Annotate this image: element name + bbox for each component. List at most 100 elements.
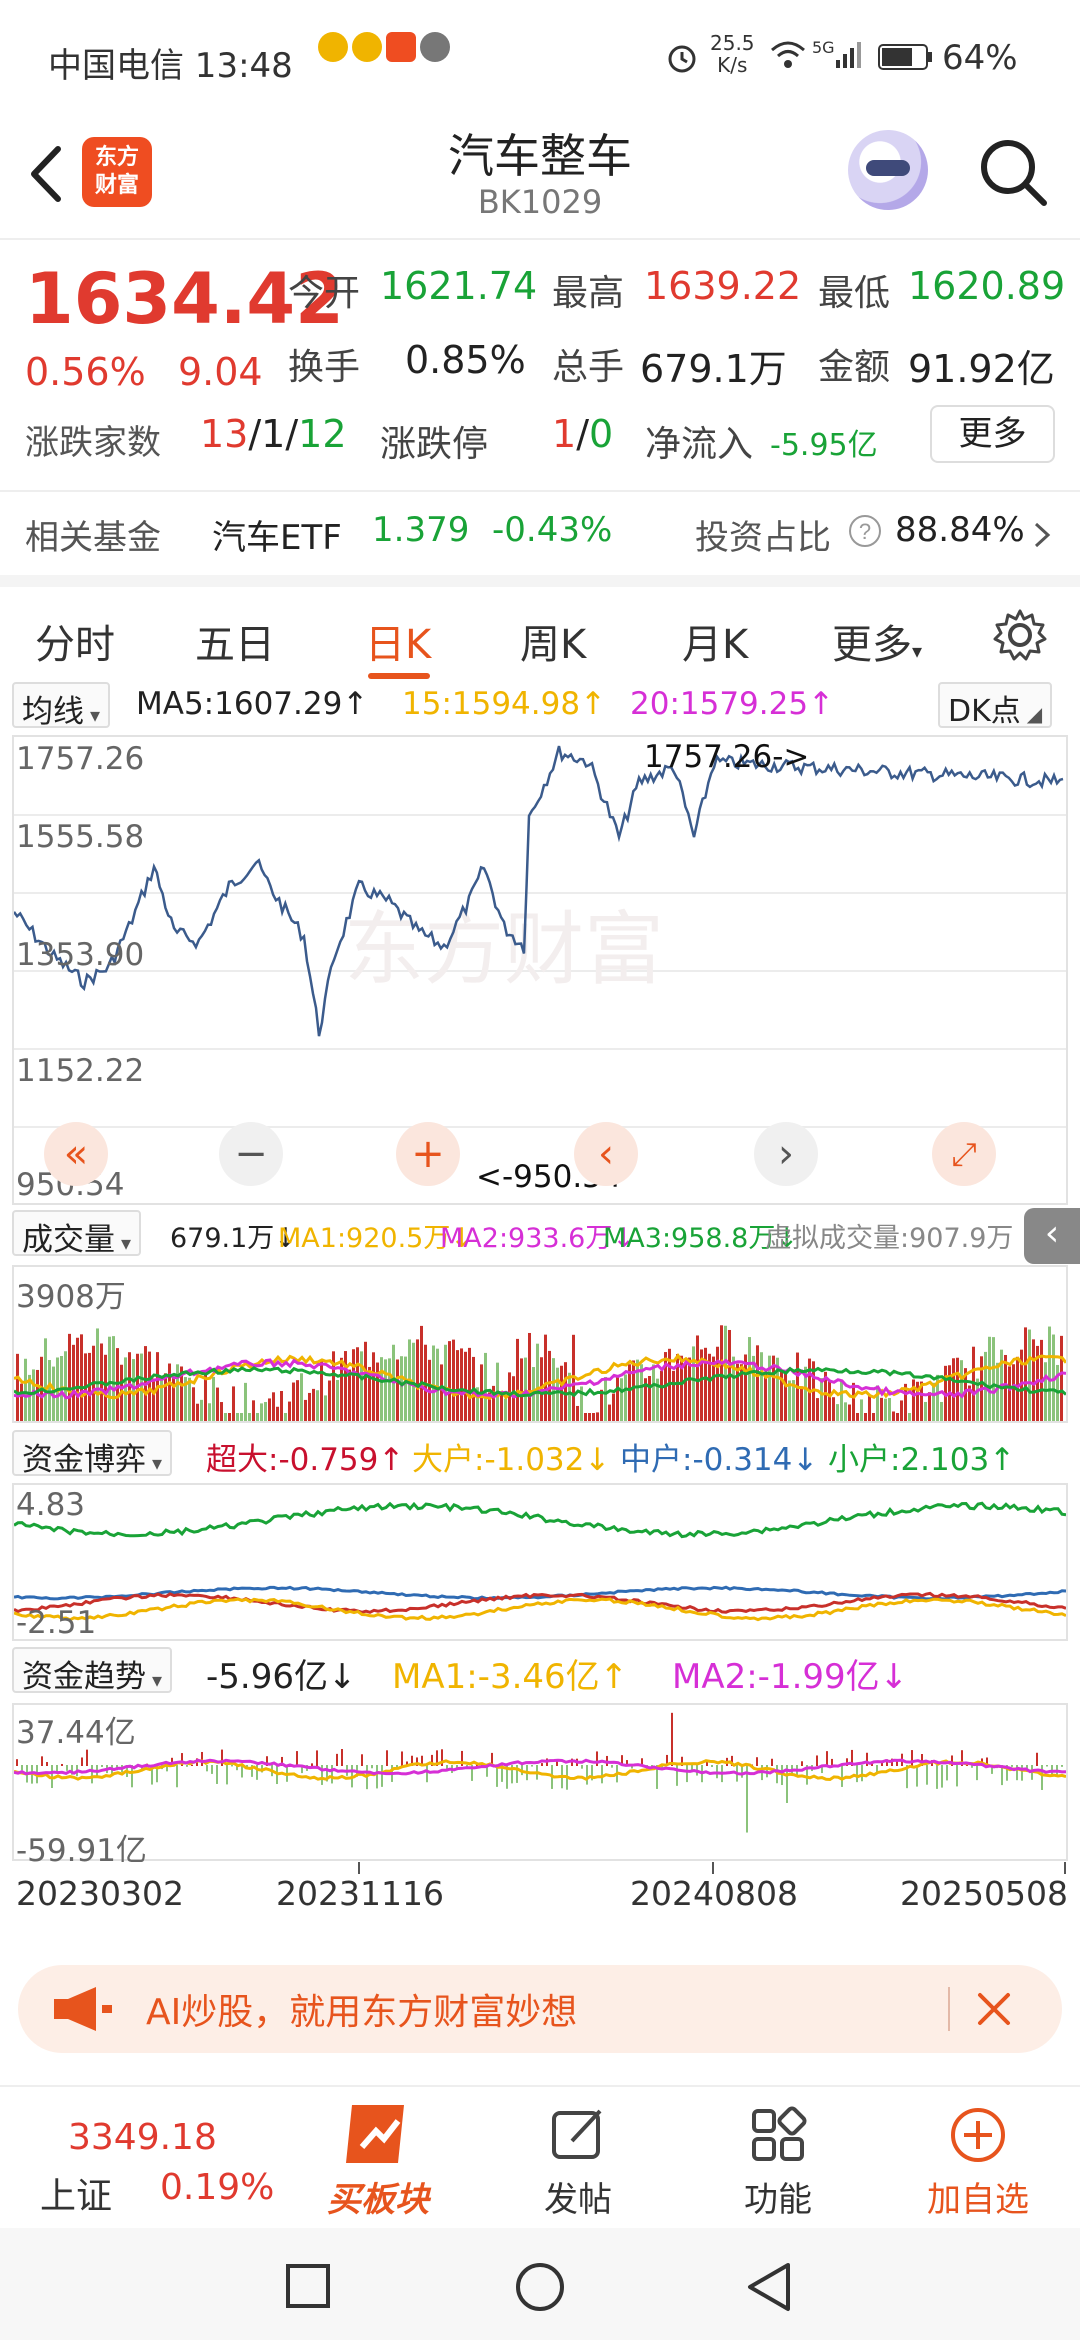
volume-bar	[800, 1386, 803, 1421]
volume-bar	[400, 1356, 403, 1421]
volume-bar	[264, 1401, 267, 1421]
fund-name[interactable]: 汽车ETF	[212, 510, 342, 559]
volume-bar	[316, 1390, 319, 1421]
trend-bar	[86, 1749, 88, 1766]
trend-bar	[841, 1765, 843, 1787]
trend-bar	[101, 1765, 103, 1767]
tab-intraday[interactable]: 分时	[35, 612, 115, 670]
trend-bar	[916, 1765, 918, 1787]
volume-bar	[660, 1370, 663, 1421]
ma-type-select[interactable]: 均线 ▾	[12, 682, 111, 730]
breadth-label: 涨跌家数	[25, 423, 161, 463]
search-icon[interactable]	[974, 133, 1054, 213]
volume-bar	[20, 1383, 23, 1421]
y-label-3: 1353.90	[16, 937, 145, 973]
volume-bar	[160, 1377, 163, 1421]
collapse-panel-button[interactable]: ‹	[1024, 1208, 1080, 1264]
volume-bar	[576, 1405, 579, 1421]
tab-more[interactable]: 更多▾	[832, 612, 922, 670]
ai-banner[interactable]: AI炒股，就用东方财富妙想	[18, 1965, 1062, 2053]
scroll-left-button[interactable]: ‹	[574, 1122, 638, 1186]
scroll-right-button[interactable]: ›	[754, 1122, 818, 1186]
battery-icon	[878, 44, 932, 70]
plus-circle-icon	[951, 2108, 1005, 2162]
scroll-start-button[interactable]: «	[44, 1122, 108, 1186]
volume-bar	[252, 1400, 255, 1421]
ai-assistant-icon[interactable]	[848, 130, 928, 210]
trend-bar	[801, 1761, 803, 1766]
zoom-out-button[interactable]: −	[219, 1122, 283, 1186]
tab-monthly-k[interactable]: 月K	[682, 612, 748, 670]
volume-bar	[240, 1413, 243, 1421]
tab-weekly-k[interactable]: 周K	[520, 612, 586, 670]
flow-type-select[interactable]: 资金博弈 ▾	[12, 1430, 173, 1478]
volume-bar	[696, 1335, 699, 1421]
board-button[interactable]: 买板块	[278, 2087, 478, 2227]
volume-bar	[836, 1404, 839, 1421]
recent-apps-icon[interactable]	[285, 2263, 331, 2309]
trend-bar	[426, 1765, 428, 1783]
kline-chart[interactable]: 东方财富 1757.26 1555.58 1353.90 1152.22 950…	[12, 735, 1068, 1205]
volume-bar	[928, 1392, 931, 1421]
close-icon[interactable]	[968, 1983, 1020, 2035]
post-button[interactable]: 发帖	[478, 2087, 678, 2227]
add-watchlist-button[interactable]: 加自选	[878, 2087, 1078, 2227]
volume-bar	[568, 1372, 571, 1421]
volume-bar	[416, 1339, 419, 1421]
tab-five-day[interactable]: 五日	[195, 612, 275, 670]
volume-bar	[196, 1403, 199, 1421]
volume-bar	[444, 1344, 447, 1421]
back-nav-icon[interactable]	[744, 2261, 794, 2313]
trend-bar	[541, 1763, 543, 1766]
volume-bar	[236, 1413, 239, 1421]
help-icon[interactable]: ?	[848, 514, 882, 548]
flow-small: 小户:2.103↑	[828, 1442, 1016, 1478]
index-ticker[interactable]: 3349.18 上证 0.19%	[20, 2087, 280, 2227]
volume-bar	[68, 1333, 71, 1421]
flow-chart: 4.83 -2.51	[12, 1483, 1068, 1641]
trend-bar	[176, 1765, 178, 1788]
volume-bar	[768, 1355, 771, 1421]
signal-icon	[836, 42, 861, 68]
volume-bar	[516, 1338, 519, 1421]
volume-bar	[132, 1359, 135, 1421]
volume-bar	[192, 1387, 195, 1421]
volume-bar	[1060, 1335, 1063, 1421]
megaphone-icon	[54, 1987, 112, 2031]
x-label-4: 20250508	[900, 1874, 1068, 1913]
chevron-right-icon[interactable]	[1030, 520, 1054, 550]
volume-bar	[888, 1398, 891, 1421]
divider	[0, 490, 1080, 492]
volume-type-select[interactable]: 成交量 ▾	[12, 1210, 142, 1258]
index-value: 3349.18	[68, 2117, 217, 2158]
tab-daily-k[interactable]: 日K	[365, 612, 431, 670]
volume-bar	[588, 1413, 591, 1421]
trend-type-select[interactable]: 资金趋势 ▾	[12, 1647, 173, 1695]
dk-point-button[interactable]: DK点 ◢	[938, 682, 1053, 729]
trend-bar	[81, 1757, 83, 1766]
volume-bar	[860, 1399, 863, 1421]
volume-bar	[600, 1389, 603, 1421]
volume-bar	[924, 1401, 927, 1421]
trend-bar	[21, 1765, 23, 1771]
volume-bar	[420, 1325, 423, 1421]
volume-bar	[388, 1358, 391, 1421]
volume-bar	[356, 1347, 359, 1421]
volume-bar	[208, 1403, 211, 1421]
status-bar: 中国电信 13:48 25.5 K/s 5G 64%	[0, 0, 1080, 120]
fullscreen-button[interactable]: ⤢	[932, 1122, 996, 1186]
more-button[interactable]: 更多	[930, 405, 1055, 463]
functions-button[interactable]: 功能	[678, 2087, 878, 2227]
active-tab-indicator	[368, 673, 430, 679]
volume-bar	[932, 1382, 935, 1421]
zoom-in-button[interactable]: +	[396, 1122, 460, 1186]
volume-bar	[372, 1352, 375, 1421]
gear-icon[interactable]	[990, 605, 1050, 665]
home-icon[interactable]	[514, 2261, 566, 2313]
trend-y-max: 37.44亿	[16, 1715, 136, 1751]
invest-ratio: 88.84%	[895, 510, 1025, 550]
volume-bar	[260, 1403, 263, 1421]
flow-large: 大户:-1.032↓	[412, 1442, 611, 1478]
invest-label: 投资占比	[695, 518, 831, 558]
trend-bar	[711, 1765, 713, 1768]
